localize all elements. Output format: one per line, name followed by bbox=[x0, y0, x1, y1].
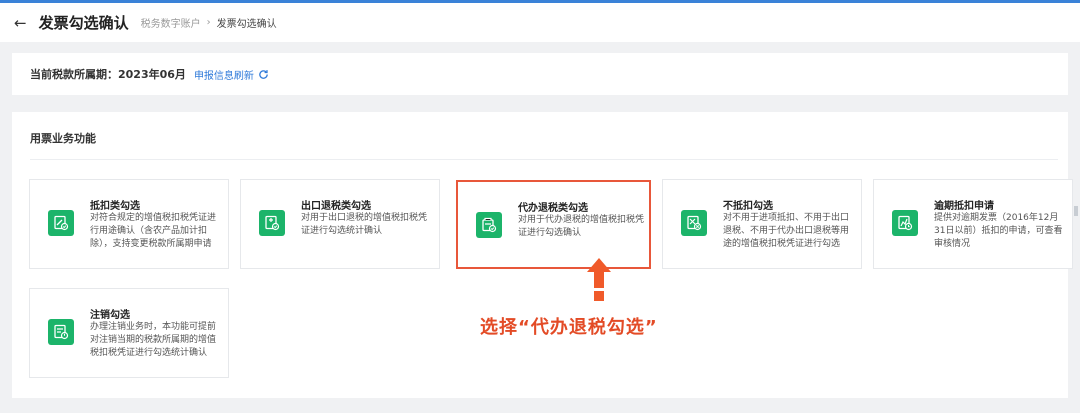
card-title: 出口退税类勾选 bbox=[301, 201, 371, 212]
overdue-deduct-icon bbox=[892, 210, 918, 236]
breadcrumb: 税务数字账户 › 发票勾选确认 bbox=[141, 15, 277, 30]
cancel-check-icon bbox=[48, 319, 74, 345]
card-title: 抵扣类勾选 bbox=[90, 201, 140, 212]
breadcrumb-separator-icon: › bbox=[206, 17, 211, 28]
instruction-callout: 选择“代办退税勾选” bbox=[480, 317, 658, 338]
refresh-declaration-link[interactable]: 申报信息刷新 bbox=[194, 67, 269, 82]
page-header: ← 发票勾选确认 税务数字账户 › 发票勾选确认 bbox=[0, 3, 1080, 42]
page-title: 发票勾选确认 bbox=[38, 14, 129, 32]
card-title: 注销勾选 bbox=[90, 310, 130, 321]
breadcrumb-item-current: 发票勾选确认 bbox=[216, 19, 277, 30]
refresh-label: 申报信息刷新 bbox=[193, 70, 254, 82]
scroll-next-icon[interactable] bbox=[1074, 206, 1078, 216]
card-description: 对用于出口退税的增值税扣税凭证进行勾选统计确认 bbox=[301, 213, 428, 236]
invoice-check-icon bbox=[48, 210, 74, 236]
card-cancellation-check[interactable]: 注销勾选 办理注销业务时，本功能可提前对注销当期的税款所属期的增值税扣税凭证进行… bbox=[29, 288, 229, 378]
export-refund-icon bbox=[259, 210, 285, 236]
up-arrow-icon bbox=[587, 258, 611, 301]
section-divider bbox=[30, 159, 1058, 160]
card-deduction-check[interactable]: 抵扣类勾选 对符合规定的增值税扣税凭证进行用途确认（含农产品加计扣除），支持变更… bbox=[29, 179, 229, 269]
refresh-icon bbox=[259, 69, 268, 79]
section-title: 用票业务功能 bbox=[30, 132, 96, 145]
card-no-deduction-check[interactable]: 不抵扣勾选 对不用于进项抵扣、不用于出口退税、不用于代办出口退税等用途的增值税扣… bbox=[662, 179, 862, 269]
breadcrumb-item-account[interactable]: 税务数字账户 bbox=[141, 15, 201, 30]
no-deduct-icon bbox=[681, 210, 707, 236]
card-description: 对不用于进项抵扣、不用于出口退税、不用于代办出口退税等用途的增值税扣税凭证进行勾… bbox=[723, 213, 850, 249]
card-description: 办理注销业务时，本功能可提前对注销当期的税款所属期的增值税扣税凭证进行勾选统计确… bbox=[90, 322, 217, 358]
highlight-box bbox=[456, 180, 651, 269]
card-export-refund-check[interactable]: 出口退税类勾选 对用于出口退税的增值税扣税凭证进行勾选统计确认 bbox=[240, 179, 440, 269]
back-arrow-icon[interactable]: ← bbox=[14, 14, 27, 32]
card-overdue-deduction-apply[interactable]: 逾期抵扣申请 提供对逾期发票（2016年12月31日以前）抵扣的申请，可查看审核… bbox=[873, 179, 1073, 269]
tax-period-bar: 当前税款所属期：2023年06月 申报信息刷新 bbox=[12, 53, 1068, 95]
card-description: 对符合规定的增值税扣税凭证进行用途确认（含农产品加计扣除），支持变更税款所属期申… bbox=[90, 213, 217, 249]
card-title: 不抵扣勾选 bbox=[723, 201, 773, 212]
tax-period-label: 当前税款所属期：2023年06月 bbox=[30, 68, 186, 81]
card-title: 逾期抵扣申请 bbox=[934, 201, 994, 212]
card-description: 提供对逾期发票（2016年12月31日以前）抵扣的申请，可查看审核情况 bbox=[934, 213, 1063, 249]
